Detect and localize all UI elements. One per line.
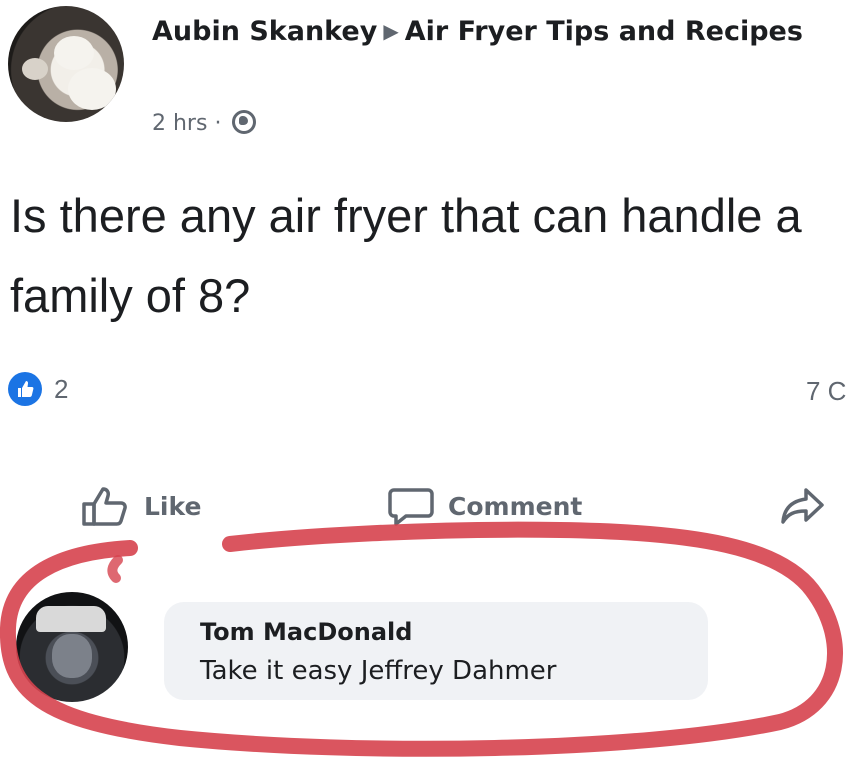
comment: Tom MacDonald Take it easy Jeffrey Dahme…: [16, 592, 846, 702]
meta-separator: ·: [214, 111, 222, 136]
commenter-name[interactable]: Tom MacDonald: [200, 618, 412, 646]
share-button[interactable]: [778, 484, 828, 528]
author-name[interactable]: Aubin Skankey: [152, 16, 377, 47]
post-time[interactable]: 2 hrs: [152, 111, 207, 136]
author-avatar[interactable]: [8, 6, 124, 122]
avatar-detail: [22, 58, 48, 80]
group-name[interactable]: Air Fryer Tips and Recipes: [405, 16, 803, 47]
comment-count[interactable]: 7 C: [806, 376, 852, 407]
action-bar: Like Comment: [0, 484, 852, 544]
post-header: Aubin Skankey ▶ Air Fryer Tips and Recipes: [152, 8, 842, 55]
post-meta: 2 hrs ·: [152, 110, 257, 136]
share-icon: [781, 488, 824, 524]
comment-button[interactable]: Comment: [386, 484, 582, 528]
avatar-detail: [52, 634, 92, 678]
comment-text: Take it easy Jeffrey Dahmer: [200, 656, 557, 686]
avatar-detail: [68, 68, 116, 110]
reactions-summary[interactable]: 2: [8, 372, 68, 406]
facebook-post-screenshot: Aubin Skankey ▶ Air Fryer Tips and Recipes…: [0, 0, 852, 773]
comment-label: Comment: [448, 491, 583, 521]
like-reaction-icon: [8, 372, 42, 406]
globe-icon: [232, 110, 257, 134]
avatar-detail: [54, 36, 94, 70]
reaction-count: 2: [54, 373, 69, 404]
commenter-avatar[interactable]: [16, 592, 128, 702]
comment-bubble: Tom MacDonald Take it easy Jeffrey Dahme…: [164, 602, 708, 700]
like-reaction-glyph: [18, 381, 34, 397]
triangle-right-icon: ▶: [383, 19, 399, 43]
thumbs-up-icon: [82, 487, 127, 526]
like-button[interactable]: Like: [80, 484, 201, 528]
like-label: Like: [144, 491, 202, 521]
avatar-detail: [36, 606, 106, 632]
comment-icon: [388, 488, 434, 526]
post-text: Is there any air fryer that can handle a…: [10, 189, 802, 322]
